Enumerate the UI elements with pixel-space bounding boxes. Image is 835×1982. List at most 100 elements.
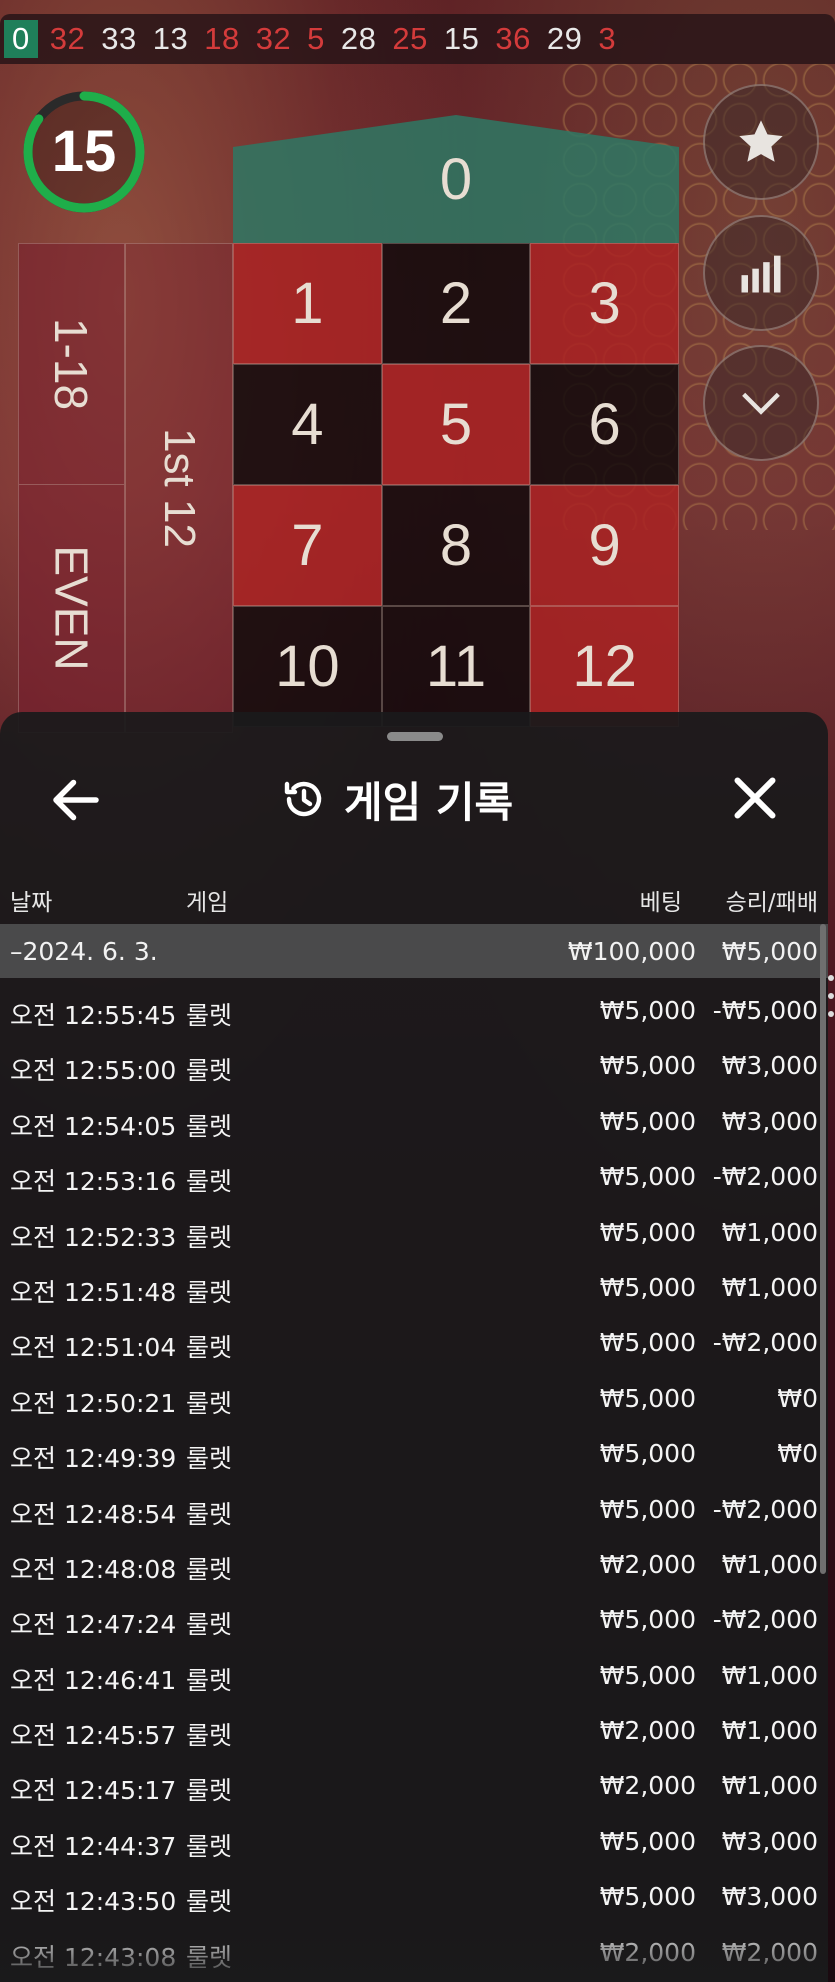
history-row[interactable]: 오전 12:53:16 룰렛 ₩5,000 -₩2,000: [0, 1148, 828, 1203]
row-bet: ₩5,000: [599, 1051, 696, 1081]
star-icon: [739, 120, 783, 162]
row-time: 오전 12:48:08: [10, 1554, 177, 1584]
row-game: 룰렛: [186, 1831, 233, 1861]
history-row[interactable]: 오전 12:49:39 룰렛 ₩5,000 ₩0: [0, 1425, 828, 1480]
history-icon: [284, 781, 322, 817]
row-result: ₩1,000: [721, 1771, 818, 1801]
row-game: 룰렛: [186, 1610, 233, 1640]
row-time: 오전 12:54:05: [10, 1111, 177, 1141]
row-game: 룰렛: [186, 1056, 233, 1086]
row-game: 룰렛: [186, 1887, 233, 1917]
row-time: 오전 12:55:00: [10, 1056, 177, 1086]
recent-number: 3: [598, 21, 617, 56]
recent-number: 36: [495, 21, 531, 56]
row-time: 오전 12:51:04: [10, 1333, 177, 1363]
row-game: 룰렛: [186, 1444, 233, 1474]
history-row[interactable]: 오전 12:48:08 룰렛 ₩2,000 ₩1,000: [0, 1536, 828, 1591]
bet-cell-number[interactable]: 12: [530, 606, 679, 727]
row-result: ₩3,000: [721, 1826, 818, 1856]
history-row[interactable]: 오전 12:50:21 룰렛 ₩5,000 ₩0: [0, 1370, 828, 1425]
back-button[interactable]: [46, 770, 106, 830]
row-bet: ₩5,000: [599, 1162, 696, 1192]
row-result: -₩2,000: [712, 1605, 818, 1635]
history-row[interactable]: 오전 12:51:04 룰렛 ₩5,000 -₩2,000: [0, 1314, 828, 1369]
more-options-dots[interactable]: [828, 975, 835, 1029]
history-row[interactable]: 오전 12:47:24 룰렛 ₩5,000 -₩2,000: [0, 1591, 828, 1646]
row-result: ₩0: [777, 1439, 818, 1469]
bet-cell-number[interactable]: 9: [530, 485, 679, 606]
bet-cell-number[interactable]: 7: [233, 485, 382, 606]
row-time: 오전 12:50:21: [10, 1388, 177, 1418]
column-bet: 베팅: [639, 890, 682, 916]
panel-header: 게임 기록: [280, 767, 513, 831]
game-history-panel: 게임 기록 날짜 게임 베팅 승리/패배 –2024. 6. 3. ₩100,0…: [0, 712, 828, 1982]
bet-low-label: 1-18: [45, 317, 98, 411]
history-row[interactable]: 오전 12:54:05 룰렛 ₩5,000 ₩3,000: [0, 1093, 828, 1148]
history-list: 오전 12:55:45 룰렛 ₩5,000 -₩5,000 오전 12:55:00 룰렛 ₩…: [0, 982, 828, 1979]
history-row[interactable]: 오전 12:45:17 룰렛 ₩2,000 ₩1,000: [0, 1757, 828, 1812]
row-time: 오전 12:48:54: [10, 1499, 177, 1529]
row-result: ₩1,000: [721, 1549, 818, 1579]
round-timer: 15: [20, 88, 148, 216]
row-result: ₩3,000: [721, 1106, 818, 1136]
bet-cell-number[interactable]: 3: [530, 243, 679, 364]
bet-cell-number[interactable]: 10: [233, 606, 382, 727]
row-time: 오전 12:43:50: [10, 1887, 177, 1917]
bet-cell-number[interactable]: 8: [381, 485, 531, 606]
row-result: -₩2,000: [712, 1328, 818, 1358]
close-button[interactable]: [725, 768, 785, 828]
row-result: ₩0: [777, 1383, 818, 1413]
bet-cell-number[interactable]: 2: [381, 243, 531, 364]
row-time: 오전 12:52:33: [10, 1222, 177, 1252]
bet-first-dozen[interactable]: 1st 12: [125, 243, 233, 733]
row-bet: ₩5,000: [599, 1217, 696, 1247]
recent-number: 5: [307, 21, 325, 56]
history-row[interactable]: 오전 12:55:00 룰렛 ₩5,000 ₩3,000: [0, 1037, 828, 1092]
bet-cell-number[interactable]: 1: [233, 243, 382, 364]
row-result: ₩1,000: [721, 1716, 818, 1746]
history-row[interactable]: 오전 12:51:48 룰렛 ₩5,000 ₩1,000: [0, 1259, 828, 1314]
row-time: 오전 12:55:45: [10, 1001, 177, 1030]
bet-grid: 1 2 3 4 5 6 7 8 9 10 11 12: [233, 243, 679, 727]
column-result: 승리/패배: [725, 890, 818, 916]
statistics-button[interactable]: [703, 215, 819, 331]
bet-cell-number[interactable]: 4: [233, 364, 382, 485]
history-row[interactable]: 오전 12:55:45 룰렛 ₩5,000 -₩5,000: [0, 982, 828, 1037]
row-time: 오전 12:44:37: [10, 1831, 177, 1861]
row-bet: ₩5,000: [599, 1882, 696, 1912]
row-game: 룰렛: [186, 1388, 233, 1418]
scrollbar[interactable]: [820, 924, 826, 1574]
bet-even[interactable]: EVEN: [19, 484, 124, 732]
collapse-button[interactable]: [703, 345, 819, 461]
recent-number: 33: [101, 21, 137, 56]
row-time: 오전 12:53:16: [10, 1167, 177, 1197]
row-game: 룰렛: [186, 1333, 233, 1363]
row-bet: ₩2,000: [599, 1771, 696, 1801]
row-result: -₩2,000: [712, 1494, 818, 1524]
history-row[interactable]: 오전 12:43:50 룰렛 ₩5,000 ₩3,000: [0, 1868, 828, 1923]
bet-cell-number[interactable]: 6: [530, 364, 679, 485]
history-row[interactable]: 오전 12:52:33 룰렛 ₩5,000 ₩1,000: [0, 1204, 828, 1259]
panel-title: 게임 기록: [344, 777, 514, 827]
history-row[interactable]: 오전 12:45:57 룰렛 ₩2,000 ₩1,000: [0, 1702, 828, 1757]
row-bet: ₩2,000: [599, 1716, 696, 1746]
row-bet: ₩5,000: [599, 996, 696, 1025]
row-game: 룰렛: [186, 1111, 233, 1141]
favorites-button[interactable]: [703, 84, 819, 200]
row-game: 룰렛: [186, 1001, 233, 1030]
outside-bets-column: 1-18 EVEN: [18, 243, 125, 733]
history-row[interactable]: 오전 12:48:54 룰렛 ₩5,000 -₩2,000: [0, 1481, 828, 1536]
history-row[interactable]: 오전 12:44:37 룰렛 ₩5,000 ₩3,000: [0, 1813, 828, 1868]
table-header: 날짜 게임 베팅 승리/패배: [0, 877, 828, 917]
history-row[interactable]: 오전 12:46:41 룰렛 ₩5,000 ₩1,000: [0, 1647, 828, 1702]
drag-handle[interactable]: [387, 732, 443, 741]
row-result: -₩5,000: [712, 996, 818, 1025]
date-group-row[interactable]: –2024. 6. 3. ₩100,000 ₩5,000: [0, 924, 828, 978]
column-date: 날짜: [10, 890, 53, 916]
row-game: 룰렛: [186, 1776, 233, 1806]
bet-cell-number[interactable]: 11: [381, 606, 531, 727]
close-icon: [734, 777, 776, 819]
bet-low-1-18[interactable]: 1-18: [19, 244, 124, 484]
bet-cell-number[interactable]: 5: [381, 364, 531, 485]
row-time: 오전 12:45:17: [10, 1776, 177, 1806]
